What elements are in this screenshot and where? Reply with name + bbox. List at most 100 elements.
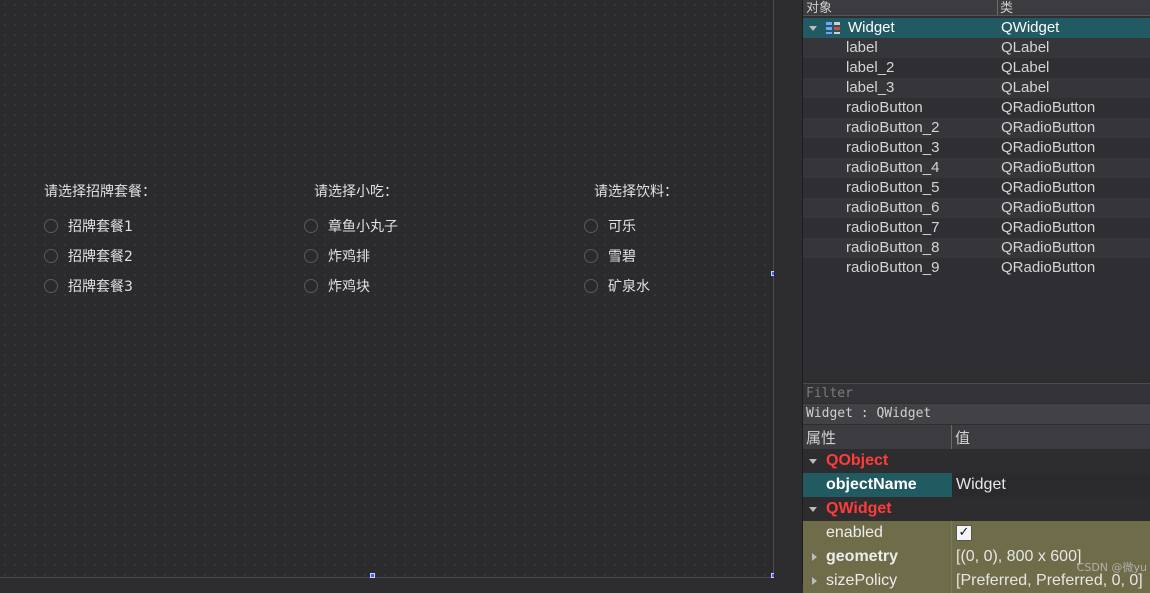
watermark: CSDN @微yu: [1076, 561, 1147, 574]
radio-label: 招牌套餐1: [68, 219, 133, 235]
column-divider: [951, 545, 952, 569]
property-enabled[interactable]: enabled ✓: [803, 521, 1150, 545]
property-value[interactable]: Widget: [956, 476, 1006, 494]
column-divider: [951, 521, 952, 545]
radio-label: 雪碧: [608, 249, 636, 265]
tree-row[interactable]: radioButton_3 QRadioButton: [803, 138, 1150, 158]
tree-row-class: QRadioButton: [1001, 179, 1096, 196]
radio-button-6[interactable]: 炸鸡块: [304, 276, 370, 296]
tree-row-class: QWidget: [1001, 19, 1060, 36]
section-title: QObject: [826, 452, 889, 469]
radio-label: 章鱼小丸子: [328, 219, 398, 235]
label-signature-meal[interactable]: 请选择招牌套餐：: [44, 181, 156, 201]
tree-row-class: QRadioButton: [1001, 99, 1096, 116]
radio-button-8[interactable]: 雪碧: [584, 246, 636, 266]
property-editor: Filter Widget : QWidget 属性 值 QObject obj…: [802, 380, 1150, 593]
section-qobject[interactable]: QObject: [803, 449, 1150, 473]
tree-row[interactable]: radioButton_4 QRadioButton: [803, 158, 1150, 178]
radio-label: 可乐: [608, 219, 636, 235]
radio-label: 炸鸡排: [328, 249, 370, 265]
tree-row[interactable]: radioButton_2 QRadioButton: [803, 118, 1150, 138]
radio-label: 招牌套餐3: [68, 279, 133, 295]
label-drinks[interactable]: 请选择饮料：: [594, 181, 678, 201]
resize-handle-bottom[interactable]: [370, 573, 375, 578]
tree-row-name: radioButton: [846, 99, 923, 116]
radio-button[interactable]: 招牌套餐1: [44, 216, 133, 236]
tree-row-name: label_3: [846, 79, 895, 96]
radio-circle-icon[interactable]: [44, 219, 58, 233]
enabled-checkbox[interactable]: ✓: [956, 525, 972, 541]
tree-row[interactable]: radioButton_6 QRadioButton: [803, 198, 1150, 218]
radio-button-9[interactable]: 矿泉水: [584, 276, 650, 296]
tree-row-class: QRadioButton: [1001, 139, 1096, 156]
radio-button-4[interactable]: 章鱼小丸子: [304, 216, 398, 236]
radio-label: 炸鸡块: [328, 279, 370, 295]
header-value[interactable]: 值: [955, 427, 970, 448]
section-title: QWidget: [826, 500, 892, 517]
radio-circle-icon[interactable]: [304, 279, 318, 293]
tree-row-name: radioButton_7: [846, 219, 940, 236]
tree-row-class: QRadioButton: [1001, 159, 1096, 176]
tree-row-name: label: [846, 39, 878, 56]
header-divider[interactable]: [951, 425, 952, 449]
tree-row[interactable]: radioButton_8 QRadioButton: [803, 238, 1150, 258]
radio-circle-icon[interactable]: [584, 249, 598, 263]
property-name: enabled: [826, 524, 883, 541]
radio-button-3[interactable]: 招牌套餐3: [44, 276, 133, 296]
tree-row[interactable]: label_2 QLabel: [803, 58, 1150, 78]
tree-row-name: radioButton_9: [846, 259, 940, 276]
header-class[interactable]: 类: [1000, 0, 1013, 16]
expand-arrow-icon[interactable]: [809, 26, 817, 31]
section-qwidget[interactable]: QWidget: [803, 497, 1150, 521]
tree-row-widget[interactable]: Widget QWidget: [803, 18, 1150, 38]
column-divider: [951, 569, 952, 593]
tree-row-class: QLabel: [1001, 79, 1050, 96]
radio-circle-icon[interactable]: [304, 249, 318, 263]
tree-row-name: label_2: [846, 59, 895, 76]
radio-circle-icon[interactable]: [584, 219, 598, 233]
filter-input[interactable]: Filter: [803, 383, 1150, 403]
tree-row[interactable]: radioButton_9 QRadioButton: [803, 258, 1150, 278]
tree-row-class: QRadioButton: [1001, 199, 1096, 216]
radio-circle-icon[interactable]: [584, 279, 598, 293]
radio-button-2[interactable]: 招牌套餐2: [44, 246, 133, 266]
header-object[interactable]: 对象: [806, 0, 832, 16]
label-snacks[interactable]: 请选择小吃：: [314, 181, 398, 201]
tree-row-name: radioButton_8: [846, 239, 940, 256]
tree-row-class: QLabel: [1001, 59, 1050, 76]
collapse-arrow-icon[interactable]: [809, 459, 817, 464]
widget-icon: [826, 22, 840, 34]
radio-circle-icon[interactable]: [44, 249, 58, 263]
tree-row[interactable]: radioButton QRadioButton: [803, 98, 1150, 118]
tree-row-class: QRadioButton: [1001, 259, 1096, 276]
radio-label: 矿泉水: [608, 279, 650, 295]
tree-row-name: Widget: [848, 19, 895, 36]
property-objectname[interactable]: objectName Widget: [803, 473, 1150, 497]
form-canvas[interactable]: 请选择招牌套餐： 招牌套餐1 招牌套餐2 招牌套餐3 请选择小吃： 章鱼小丸子 …: [0, 0, 776, 578]
expand-arrow-icon[interactable]: [812, 577, 817, 585]
expand-arrow-icon[interactable]: [812, 553, 817, 561]
radio-circle-icon[interactable]: [44, 279, 58, 293]
tree-row-name: radioButton_2: [846, 119, 940, 136]
dock-gap: [774, 0, 802, 585]
tree-row[interactable]: radioButton_7 QRadioButton: [803, 218, 1150, 238]
tree-row-name: radioButton_3: [846, 139, 940, 156]
tree-row[interactable]: label_3 QLabel: [803, 78, 1150, 98]
tree-row-class: QLabel: [1001, 39, 1050, 56]
property-value[interactable]: [(0, 0), 800 x 600]: [956, 548, 1081, 566]
radio-button-5[interactable]: 炸鸡排: [304, 246, 370, 266]
radio-circle-icon[interactable]: [304, 219, 318, 233]
property-name: objectName: [826, 476, 917, 493]
tree-row[interactable]: radioButton_5 QRadioButton: [803, 178, 1150, 198]
tree-row-class: QRadioButton: [1001, 219, 1096, 236]
header-property[interactable]: 属性: [806, 427, 836, 448]
object-inspector-header: 对象 类: [803, 0, 1150, 16]
header-divider[interactable]: [997, 0, 998, 15]
tree-row-class: QRadioButton: [1001, 119, 1096, 136]
object-inspector: 对象 类 Widget QWidget label QLabel label_2…: [802, 0, 1150, 380]
radio-button-7[interactable]: 可乐: [584, 216, 636, 236]
collapse-arrow-icon[interactable]: [809, 507, 817, 512]
object-class-line: Widget : QWidget: [803, 404, 1150, 424]
tree-row-class: QRadioButton: [1001, 239, 1096, 256]
tree-row[interactable]: label QLabel: [803, 38, 1150, 58]
